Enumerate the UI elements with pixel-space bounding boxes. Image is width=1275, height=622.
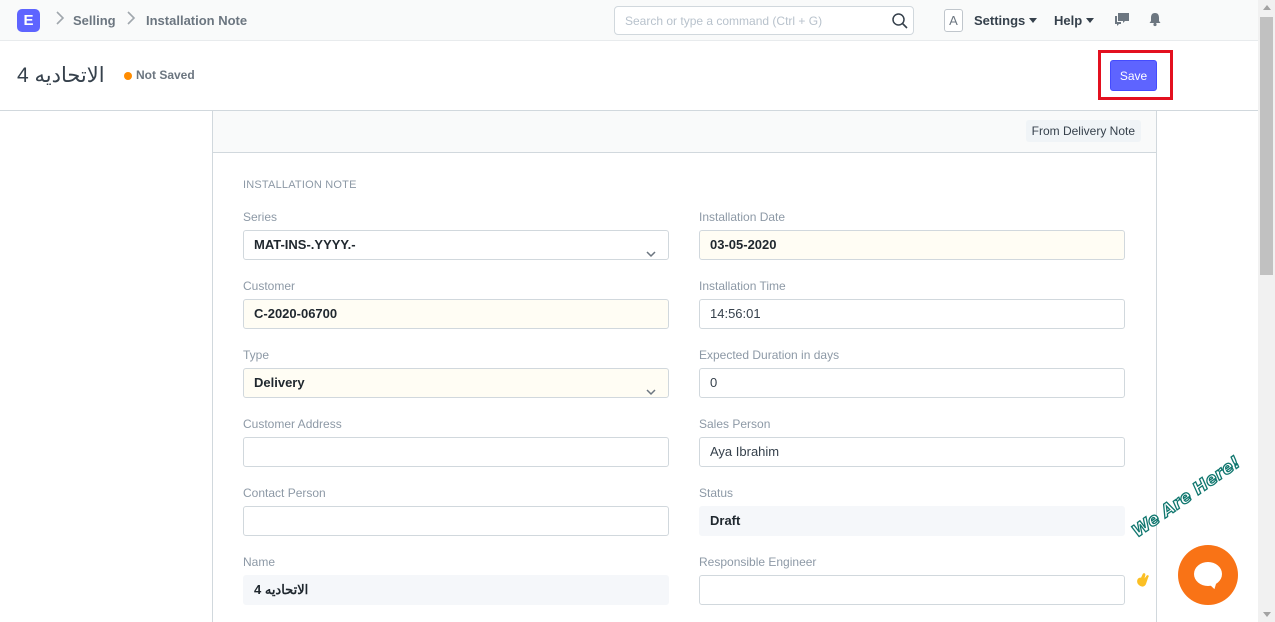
- expected-duration-field[interactable]: 0: [699, 368, 1125, 398]
- responsible-engineer-label: Responsible Engineer: [699, 555, 817, 569]
- search-bar[interactable]: [614, 6, 914, 35]
- customer-address-label: Customer Address: [243, 417, 342, 431]
- customer-label: Customer: [243, 279, 296, 293]
- chat-messages-icon[interactable]: [1114, 11, 1130, 27]
- help-label: Help: [1054, 13, 1083, 28]
- sales-person-label: Sales Person: [699, 417, 771, 431]
- form-toolbar: From Delivery Note: [213, 111, 1156, 153]
- type-select[interactable]: Delivery: [243, 368, 669, 398]
- search-input[interactable]: [615, 7, 875, 34]
- type-value: Delivery: [254, 375, 305, 390]
- name-label: Name: [243, 555, 276, 569]
- scroll-up-arrow-icon[interactable]: [1263, 5, 1271, 10]
- status-field-label: Status: [699, 486, 734, 500]
- from-delivery-note-button[interactable]: From Delivery Note: [1025, 120, 1141, 142]
- installation-date-label: Installation Date: [699, 210, 786, 224]
- series-label: Series: [243, 210, 278, 224]
- live-chat-button[interactable]: [1178, 545, 1238, 605]
- type-label: Type: [243, 348, 270, 362]
- installation-time-field[interactable]: 14:56:01: [699, 299, 1125, 329]
- customer-value: C-2020-06700: [254, 306, 338, 321]
- save-button[interactable]: Save: [1110, 60, 1157, 91]
- installation-date-field[interactable]: 03-05-2020: [699, 230, 1125, 260]
- search-icon[interactable]: [891, 12, 909, 30]
- customer-field[interactable]: C-2020-06700: [243, 299, 669, 329]
- chat-bubble-tail: [1207, 579, 1221, 591]
- caret-down-icon: [1029, 18, 1038, 23]
- name-field: الاتحاديه 4: [243, 575, 669, 605]
- navbar: E Selling Installation Note A Settings H…: [0, 0, 1258, 41]
- status-field: Draft: [699, 506, 1125, 536]
- status-indicator-dot: [124, 72, 132, 80]
- series-value: MAT-INS-.YYYY.-: [254, 237, 356, 252]
- sales-person-field[interactable]: Aya Ibrahim: [699, 437, 1125, 467]
- installation-date-value: 03-05-2020: [710, 237, 777, 252]
- page-head: الاتحاديه 4 Not Saved Save: [0, 41, 1258, 111]
- scroll-down-arrow-icon[interactable]: [1263, 612, 1271, 617]
- app-logo[interactable]: E: [17, 9, 40, 32]
- series-select[interactable]: MAT-INS-.YYYY.-: [243, 230, 669, 260]
- installation-time-value: 14:56:01: [710, 306, 761, 321]
- caret-down-icon: [1086, 18, 1095, 23]
- chevron-down-icon: [646, 241, 656, 258]
- notification-bell-icon[interactable]: [1147, 11, 1163, 27]
- page-title: الاتحاديه 4: [17, 64, 105, 87]
- contact-person-label: Contact Person: [243, 486, 326, 500]
- form-card: From Delivery Note INSTALLATION NOTE Ser…: [212, 111, 1157, 622]
- section-heading: INSTALLATION NOTE: [243, 179, 357, 191]
- settings-menu[interactable]: Settings: [974, 13, 1038, 28]
- breadcrumb-installation-note[interactable]: Installation Note: [146, 13, 247, 28]
- breadcrumb-selling[interactable]: Selling: [73, 13, 116, 28]
- customer-address-field[interactable]: [243, 437, 669, 467]
- responsible-engineer-field[interactable]: [699, 575, 1125, 605]
- name-value: الاتحاديه 4: [254, 582, 309, 597]
- chevron-right-icon: [126, 11, 136, 28]
- sales-person-value: Aya Ibrahim: [710, 444, 780, 459]
- expected-duration-label: Expected Duration in days: [699, 348, 840, 362]
- scrollbar-thumb[interactable]: [1260, 17, 1273, 275]
- status-label: Not Saved: [136, 68, 195, 82]
- expected-duration-value: 0: [710, 375, 718, 390]
- settings-label: Settings: [974, 13, 1026, 28]
- installation-time-label: Installation Time: [699, 279, 786, 293]
- chevron-down-icon: [646, 379, 656, 396]
- contact-person-field[interactable]: [243, 506, 669, 536]
- user-avatar[interactable]: A: [944, 9, 963, 32]
- chevron-right-icon: [55, 11, 65, 28]
- status-value: Draft: [710, 513, 741, 528]
- page-scrollbar[interactable]: [1258, 0, 1275, 622]
- help-menu[interactable]: Help: [1054, 13, 1095, 28]
